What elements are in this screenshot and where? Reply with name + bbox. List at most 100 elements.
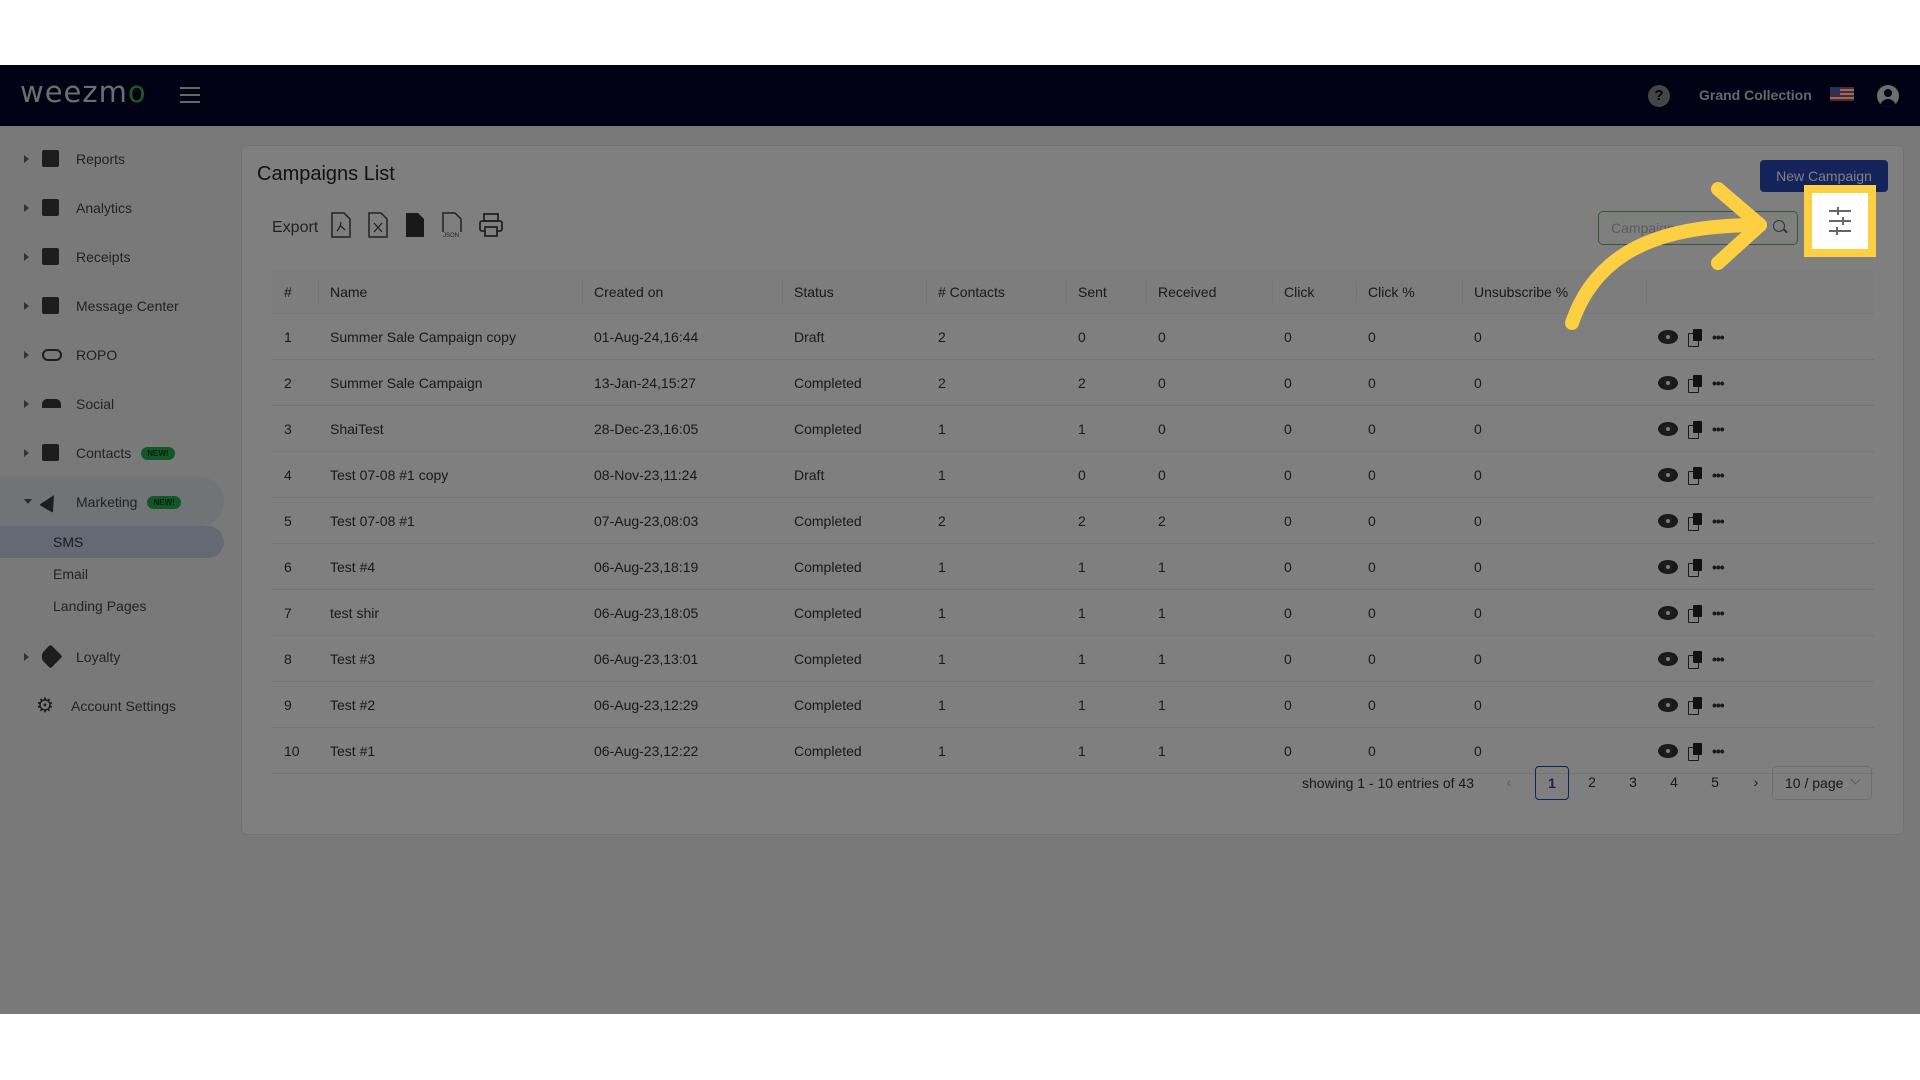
page-size-select[interactable]: 10 / page <box>1772 766 1872 800</box>
weezmo-logo[interactable]: weezmo <box>20 75 147 109</box>
more-icon[interactable]: ••• <box>1712 329 1725 345</box>
sidebar-subitem-sms[interactable]: SMS <box>0 526 224 558</box>
organization-name[interactable]: Grand Collection <box>1699 87 1812 103</box>
sidebar-subitem-landing-pages[interactable]: Landing Pages <box>0 590 232 622</box>
table-row[interactable]: 5 Test 07-08 #1 07-Aug-23,08:03 Completed 2 2… <box>272 497 1874 544</box>
sidebar-subitem-email[interactable]: Email <box>0 558 232 590</box>
caret-down-icon <box>24 499 32 504</box>
help-icon[interactable]: ? <box>1648 85 1670 107</box>
column-header-created-on[interactable]: Created on <box>582 270 782 314</box>
page-4-button[interactable]: 4 <box>1658 766 1690 798</box>
view-icon[interactable] <box>1658 560 1678 575</box>
table-row[interactable]: 8 Test #3 06-Aug-23,13:01 Completed 1 1 1 0 0 0 ••… <box>272 635 1874 682</box>
cell-click-pct: 0 <box>1356 359 1462 406</box>
more-icon[interactable]: ••• <box>1712 559 1725 575</box>
receipt-icon <box>42 248 59 265</box>
duplicate-icon[interactable] <box>1688 697 1702 716</box>
column-header-contacts[interactable]: # Contacts <box>926 270 1066 314</box>
table-row[interactable]: 3 ShaiTest 28-Dec-23,16:05 Completed 1 1 0 0 0 0 •… <box>272 405 1874 452</box>
duplicate-icon[interactable] <box>1688 329 1702 348</box>
campaign-search <box>1598 211 1798 245</box>
export-pdf-icon[interactable] <box>331 212 351 238</box>
column-header-number[interactable]: # <box>272 270 318 314</box>
more-icon[interactable]: ••• <box>1712 467 1725 483</box>
more-icon[interactable]: ••• <box>1712 697 1725 713</box>
more-icon[interactable]: ••• <box>1712 513 1725 529</box>
duplicate-icon[interactable] <box>1688 651 1702 670</box>
cell-sent: 0 <box>1066 313 1146 360</box>
caret-right-icon <box>24 652 29 661</box>
more-icon[interactable]: ••• <box>1712 651 1725 667</box>
sidebar-item-ropo[interactable]: ROPO <box>0 330 232 379</box>
cell-number: 5 <box>272 497 318 544</box>
sidebar-item-message-center[interactable]: Message Center <box>0 281 232 330</box>
cell-contacts: 2 <box>926 497 1066 544</box>
duplicate-icon[interactable] <box>1688 513 1702 532</box>
us-flag-icon[interactable] <box>1830 87 1854 101</box>
column-header-unsubscribe-pct[interactable]: Unsubscribe % <box>1462 270 1646 314</box>
duplicate-icon[interactable] <box>1688 467 1702 486</box>
more-icon[interactable]: ••• <box>1712 375 1725 391</box>
cell-status: Completed <box>782 405 926 452</box>
sidebar-item-loyalty[interactable]: Loyalty <box>0 632 232 681</box>
table-row[interactable]: 4 Test 07-08 #1 copy 08-Nov-23,11:24 Draft 1… <box>272 451 1874 498</box>
print-icon[interactable] <box>478 212 504 238</box>
column-header-name[interactable]: Name <box>318 270 582 314</box>
highlighted-column-settings-button[interactable] <box>1804 185 1876 257</box>
sidebar-item-reports[interactable]: Reports <box>0 134 232 183</box>
page-2-button[interactable]: 2 <box>1576 766 1608 798</box>
next-page-button[interactable]: › <box>1740 766 1772 798</box>
more-icon[interactable]: ••• <box>1712 421 1725 437</box>
cell-click: 0 <box>1272 543 1356 590</box>
table-row[interactable]: 1 Summer Sale Campaign copy 01-Aug-24,16:4… <box>272 313 1874 360</box>
cell-click-pct: 0 <box>1356 635 1462 682</box>
menu-toggle-icon[interactable] <box>180 87 200 103</box>
more-icon[interactable]: ••• <box>1712 605 1725 621</box>
column-header-status[interactable]: Status <box>782 270 926 314</box>
view-icon[interactable] <box>1658 652 1678 667</box>
view-icon[interactable] <box>1658 422 1678 437</box>
cell-sent: 2 <box>1066 497 1146 544</box>
column-header-received[interactable]: Received <box>1146 270 1272 314</box>
search-input[interactable] <box>1609 218 1763 238</box>
view-icon[interactable] <box>1658 330 1678 345</box>
more-icon[interactable]: ••• <box>1712 743 1725 759</box>
table-row[interactable]: 7 test shir 06-Aug-23,18:05 Completed 1 1 1 0 0 0… <box>272 589 1874 636</box>
page-1-button[interactable]: 1 <box>1535 766 1569 800</box>
view-icon[interactable] <box>1658 376 1678 391</box>
table-row[interactable]: 2 Summer Sale Campaign 13-Jan-24,15:27 Comp… <box>272 359 1874 406</box>
page-3-button[interactable]: 3 <box>1617 766 1649 798</box>
row-actions: ••• <box>1646 313 1874 360</box>
previous-page-button[interactable]: ‹ <box>1493 766 1525 798</box>
search-icon[interactable] <box>1773 220 1785 232</box>
sidebar-item-receipts[interactable]: Receipts <box>0 232 232 281</box>
export-csv-icon[interactable] <box>405 212 425 238</box>
export-json-icon[interactable]: JSON <box>442 212 462 239</box>
duplicate-icon[interactable] <box>1688 421 1702 440</box>
table-row[interactable]: 9 Test #2 06-Aug-23,12:29 Completed 1 1 1 0 0 0 ••… <box>272 681 1874 728</box>
sidebar-item-contacts[interactable]: ReportsContactsNEW! <box>0 428 232 477</box>
duplicate-icon[interactable] <box>1688 559 1702 578</box>
row-actions: ••• <box>1646 497 1874 544</box>
view-icon[interactable] <box>1658 698 1678 713</box>
column-header-click-pct[interactable]: Click % <box>1356 270 1462 314</box>
duplicate-icon[interactable] <box>1688 743 1702 762</box>
view-icon[interactable] <box>1658 606 1678 621</box>
table-row[interactable]: 6 Test #4 06-Aug-23,18:19 Completed 1 1 1 0 0 0 ••… <box>272 543 1874 590</box>
duplicate-icon[interactable] <box>1688 605 1702 624</box>
caret-right-icon <box>24 350 29 359</box>
column-header-sent[interactable]: Sent <box>1066 270 1146 314</box>
cell-click-pct: 0 <box>1356 681 1462 728</box>
user-account-icon[interactable] <box>1877 85 1899 107</box>
page-5-button[interactable]: 5 <box>1699 766 1731 798</box>
column-header-click[interactable]: Click <box>1272 270 1356 314</box>
view-icon[interactable] <box>1658 514 1678 529</box>
view-icon[interactable] <box>1658 468 1678 483</box>
sidebar-item-marketing[interactable]: Marketing NEW! <box>0 477 224 526</box>
export-excel-icon[interactable] <box>368 212 388 238</box>
sidebar-item-analytics[interactable]: Analytics <box>0 183 232 232</box>
view-icon[interactable] <box>1658 744 1678 759</box>
duplicate-icon[interactable] <box>1688 375 1702 394</box>
sidebar-item-social[interactable]: Social <box>0 379 232 428</box>
sidebar-item-account-settings[interactable]: ⚙ Account Settings <box>0 681 232 730</box>
